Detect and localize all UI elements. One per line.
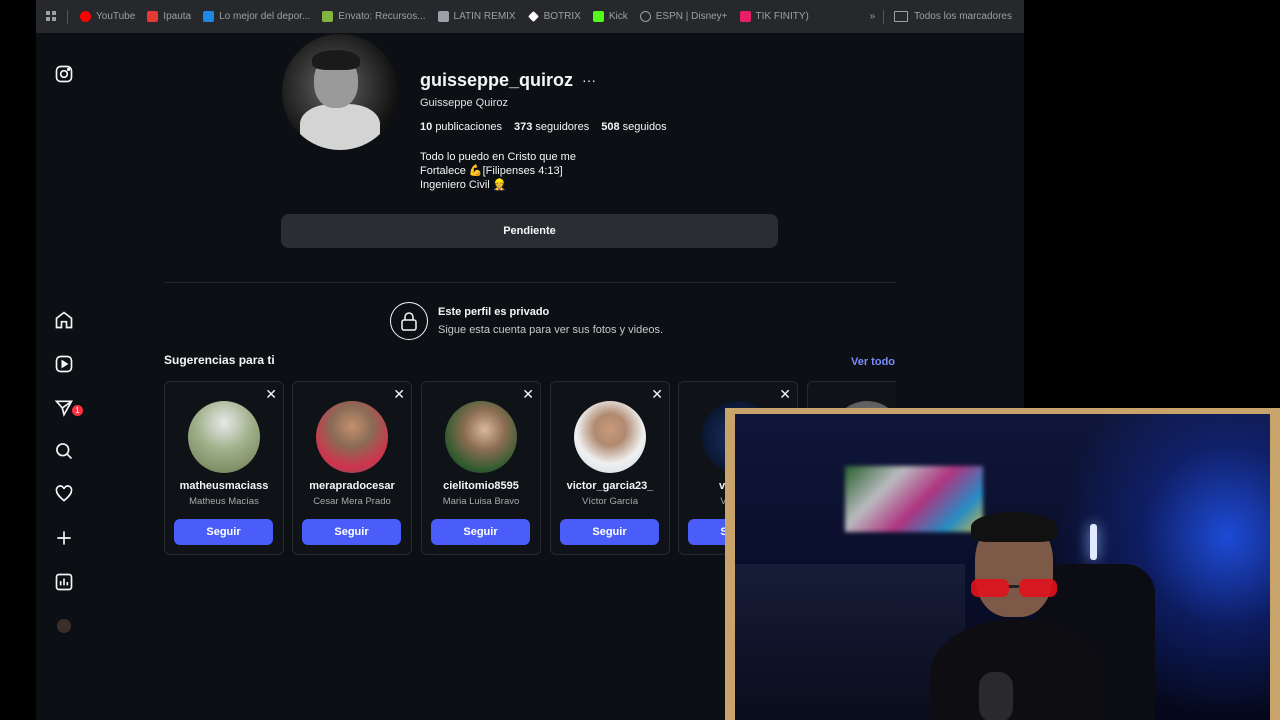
botrix-icon (527, 11, 539, 22)
instagram-sidebar: 1 (36, 33, 92, 720)
followers-label: seguidores (535, 121, 590, 133)
sports-icon (203, 11, 215, 22)
instagram-logo-icon[interactable] (53, 63, 75, 85)
profile-picture[interactable] (282, 34, 398, 150)
avatar (57, 619, 71, 633)
suggestion-name: Matheus Macías (189, 496, 259, 507)
suggestion-card: ✕ matheusmaciass Matheus Macías Seguir (164, 381, 284, 555)
envato-icon (322, 11, 334, 22)
posts-count: 10 (420, 121, 433, 133)
webcam-overlay (725, 408, 1280, 720)
follow-button[interactable]: Seguir (431, 519, 530, 545)
private-account-title: Este perfil es privado (438, 306, 550, 318)
private-account-subtitle: Sigue esta cuenta para ver sus fotos y v… (438, 324, 664, 336)
folder-icon (894, 11, 909, 22)
bio-line: Ingeniero Civil 👷 (420, 179, 507, 191)
suggestion-card: ✕ merapradocesar Cesar Mera Prado Seguir (292, 381, 412, 555)
suggestion-username[interactable]: victor_garcia23_ (551, 480, 669, 492)
bookmark-envato[interactable]: Envato: Recursos... (322, 11, 426, 22)
youtube-icon (80, 11, 91, 22)
bio-line: Fortalece 💪[Filipenses 4:13] (420, 165, 563, 177)
heart-icon[interactable] (53, 483, 75, 505)
profile-bio: Todo lo puedo en Cristo que me Fortalece… (420, 150, 576, 192)
bookmark-botrix[interactable]: BOTRIX (527, 11, 581, 22)
bookmark-tikfinity[interactable]: TIK FINITY) (739, 11, 809, 22)
globe-icon (639, 11, 651, 22)
close-icon[interactable]: ✕ (265, 387, 277, 401)
bookmarks-separator (883, 9, 885, 24)
bookmark-youtube[interactable]: YouTube (80, 11, 135, 22)
bookmark-espn[interactable]: ESPN | Disney+ (639, 11, 728, 22)
following-count: 508 (601, 121, 620, 133)
all-bookmarks-button[interactable]: Todos los marcadores (894, 11, 1012, 22)
bio-line: Todo lo puedo en Cristo que me (420, 151, 576, 163)
search-icon[interactable] (53, 440, 75, 462)
notification-badge: 1 (72, 405, 83, 416)
follow-button[interactable]: Seguir (560, 519, 659, 545)
avatar[interactable] (574, 401, 646, 473)
ipauta-icon (147, 11, 159, 22)
avatar[interactable] (316, 401, 388, 473)
tikfinity-icon (739, 11, 751, 22)
suggestion-card: ✕ cielitomio8595 Maria Luisa Bravo Segui… (421, 381, 541, 555)
messages-icon[interactable]: 1 (53, 397, 83, 419)
profile-avatar[interactable] (53, 615, 75, 637)
webcam-person-body (930, 619, 1105, 720)
kick-icon (592, 11, 604, 22)
suggestion-username[interactable]: matheusmaciass (165, 480, 283, 492)
home-icon[interactable] (53, 309, 75, 331)
close-icon[interactable]: ✕ (651, 387, 663, 401)
follow-button[interactable]: Seguir (302, 519, 401, 545)
close-icon[interactable]: ✕ (522, 387, 534, 401)
profile-username: guisseppe_quiroz (420, 70, 574, 90)
webcam-neon-sign (845, 466, 983, 532)
profile-picture-shirt (300, 104, 380, 150)
profile-stats: 10 publicaciones 373 seguidores 508 segu… (420, 121, 667, 133)
suggestion-username[interactable]: merapradocesar (293, 480, 411, 492)
followers-count: 373 (513, 121, 533, 133)
bookmarks-separator (67, 9, 68, 24)
bookmark-latin-remix[interactable]: LATIN REMIX (437, 11, 516, 22)
bookmarks-more-button[interactable]: » (870, 11, 876, 22)
lock-icon (390, 302, 428, 340)
image-icon (437, 11, 449, 22)
bookmark-deportes[interactable]: Lo mejor del depor... (203, 11, 310, 22)
followers-stat[interactable]: 373 seguidores (514, 121, 589, 133)
webcam-lamp (1090, 524, 1097, 560)
posts-label: publicaciones (435, 121, 502, 133)
suggestion-name: Víctor García (582, 496, 638, 507)
suggestion-name: Cesar Mera Prado (313, 496, 391, 507)
divider (164, 282, 896, 283)
webcam-person-hair (971, 512, 1057, 542)
more-options-icon[interactable]: ··· (582, 72, 596, 88)
close-icon[interactable]: ✕ (393, 387, 405, 401)
avatar[interactable] (188, 401, 260, 473)
following-label: seguidos (622, 121, 667, 133)
bookmark-kick[interactable]: Kick (592, 11, 628, 22)
follow-button[interactable]: Seguir (174, 519, 273, 545)
webcam-video (735, 414, 1270, 720)
suggestion-name: Maria Luisa Bravo (442, 496, 520, 507)
following-stat[interactable]: 508 seguidos (601, 121, 666, 133)
suggestion-username[interactable]: cielitomio8595 (422, 480, 540, 492)
close-icon[interactable]: ✕ (779, 387, 791, 401)
apps-icon[interactable] (46, 11, 57, 22)
insights-icon[interactable] (53, 571, 75, 593)
profile-picture-hair (312, 50, 360, 70)
reels-icon[interactable] (53, 353, 75, 375)
avatar[interactable] (445, 401, 517, 473)
bookmark-ipauta[interactable]: Ipauta (147, 11, 191, 22)
bookmarks-bar: YouTube Ipauta Lo mejor del depor... Env… (36, 0, 1024, 33)
profile-full-name: Guisseppe Quiroz (420, 97, 509, 109)
webcam-glasses (971, 579, 1057, 597)
plus-icon[interactable] (53, 527, 75, 549)
suggestions-title: Sugerencias para ti (164, 353, 275, 367)
webcam-microphone (979, 672, 1013, 720)
suggestion-card: ✕ victor_garcia23_ Víctor García Seguir (550, 381, 670, 555)
posts-stat: 10 publicaciones (420, 121, 502, 133)
see-all-link[interactable]: Ver todo (851, 356, 895, 368)
pending-button[interactable]: Pendiente (281, 214, 778, 248)
